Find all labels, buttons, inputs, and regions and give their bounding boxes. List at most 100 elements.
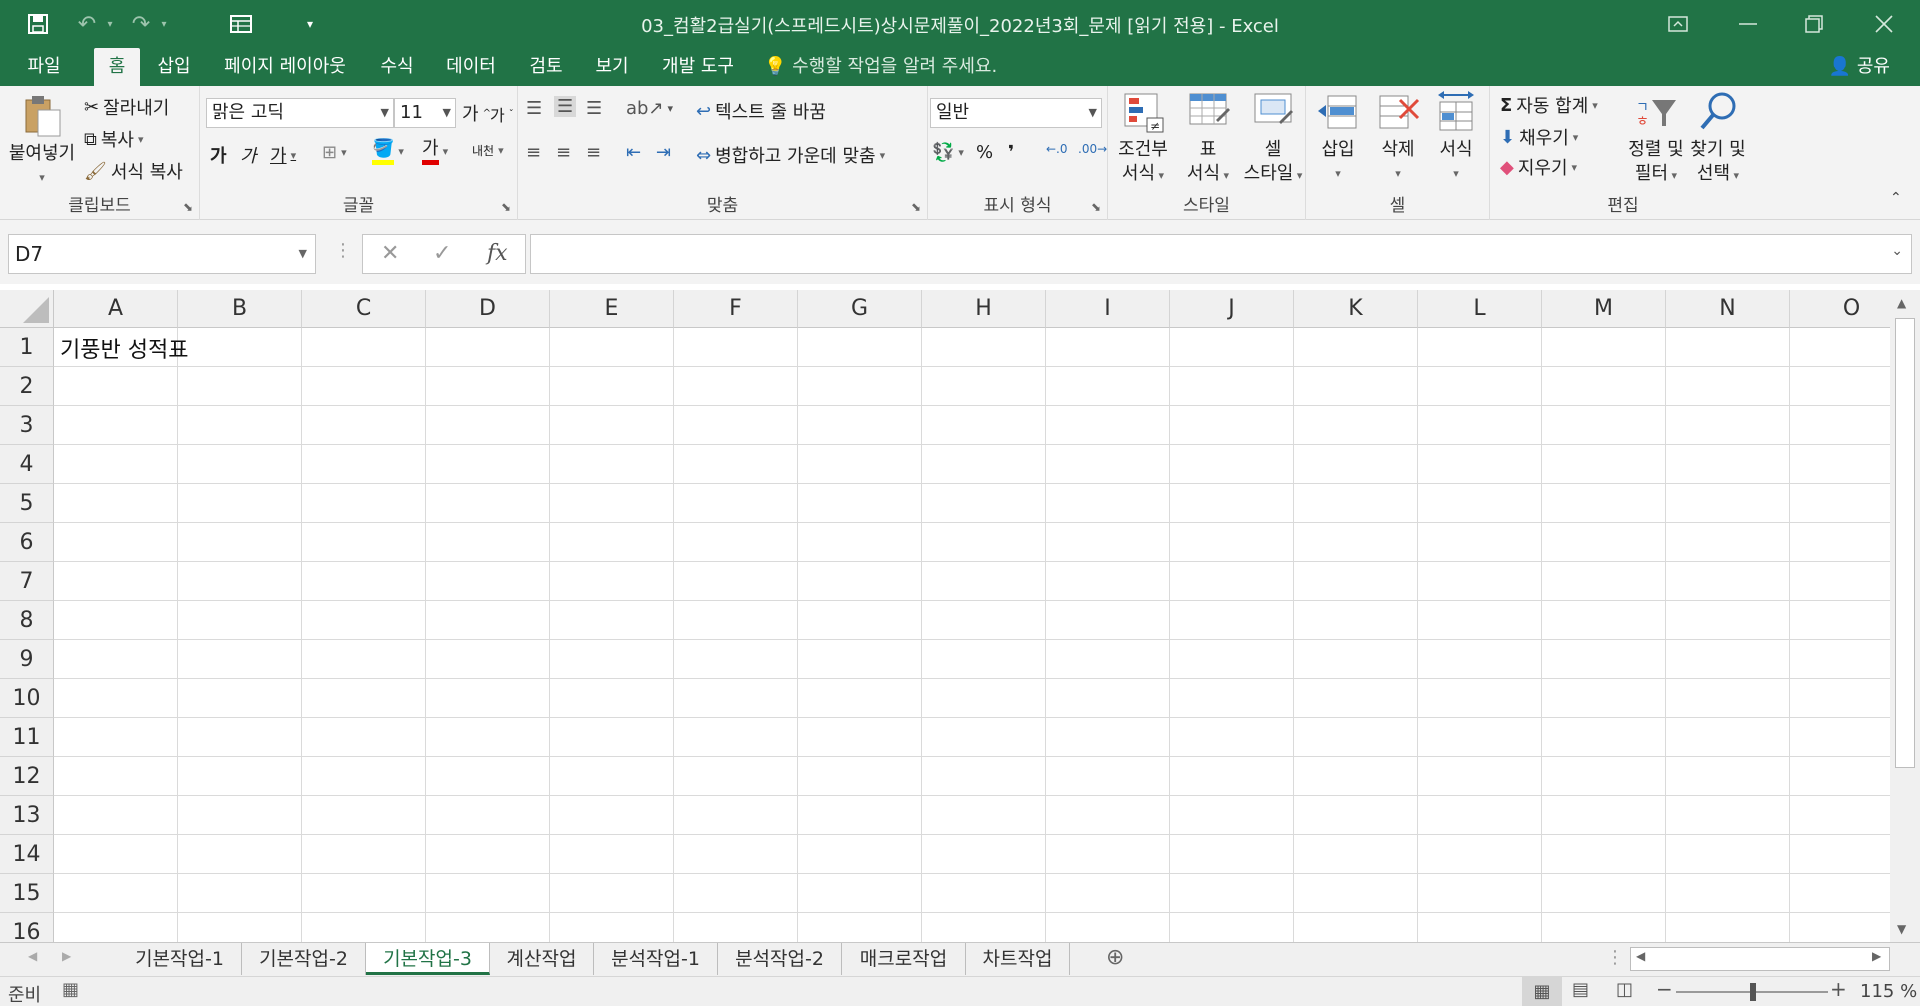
percent-button[interactable]: %	[976, 142, 993, 163]
row-header[interactable]: 13	[0, 796, 54, 835]
column-header[interactable]: A	[54, 290, 178, 328]
alignment-launcher-icon[interactable]: ⬊	[911, 200, 921, 214]
row-header[interactable]: 10	[0, 679, 54, 718]
shrink-font-button[interactable]: 가ˇ	[490, 102, 514, 126]
font-size-combo[interactable]: 11 ▼	[394, 98, 456, 128]
row-header[interactable]: 6	[0, 523, 54, 562]
fill-color-button[interactable]: 🪣 ▾	[372, 138, 404, 165]
insert-function-icon[interactable]: fx	[487, 241, 508, 266]
delete-cells-button[interactable]: 삭제 ▾	[1368, 90, 1428, 186]
sheet-tab[interactable]: 분석작업-1	[594, 943, 718, 975]
page-break-view-icon[interactable]: ◫	[1616, 979, 1633, 1000]
row-header[interactable]: 8	[0, 601, 54, 640]
sheet-tab[interactable]: 차트작업	[966, 943, 1070, 975]
sheet-tab[interactable]: 계산작업	[490, 943, 594, 975]
tab-developer[interactable]: 개발 도구	[650, 48, 746, 86]
zoom-out-icon[interactable]: −	[1656, 977, 1673, 1001]
sheet-tab[interactable]: 기본작업-1	[118, 943, 242, 975]
tab-formulas[interactable]: 수식	[370, 48, 424, 86]
column-header[interactable]: I	[1046, 290, 1170, 328]
normal-view-icon[interactable]: ▦	[1522, 977, 1562, 1006]
find-select-button[interactable]: 찾기 및 선택 ▾	[1686, 90, 1750, 188]
minimize-button[interactable]	[1716, 0, 1780, 48]
comma-button[interactable]: ❜	[1008, 142, 1014, 163]
sheet-tab[interactable]: 기본작업-2	[242, 943, 366, 975]
tab-page-layout[interactable]: 페이지 레이아웃	[210, 48, 360, 86]
prev-sheet-icon[interactable]: ◀	[28, 949, 37, 963]
column-header[interactable]: M	[1542, 290, 1666, 328]
currency-button[interactable]: 💱 ▾	[932, 142, 964, 163]
row-header[interactable]: 12	[0, 757, 54, 796]
close-button[interactable]	[1852, 0, 1916, 48]
tab-data[interactable]: 데이터	[434, 48, 508, 86]
align-top-button[interactable]: ☰	[526, 98, 542, 119]
cancel-icon[interactable]: ✕	[381, 241, 399, 266]
font-name-combo[interactable]: 맑은 고딕 ▼	[206, 98, 394, 128]
merge-center-button[interactable]: ⇔ 병합하고 가운데 맞춤 ▾	[696, 142, 885, 168]
column-header[interactable]: H	[922, 290, 1046, 328]
increase-indent-button[interactable]: ⇥	[656, 142, 671, 163]
tab-file[interactable]: 파일	[8, 48, 80, 86]
tell-me-box[interactable]: 💡 수행할 작업을 알려 주세요.	[764, 48, 997, 86]
phonetic-button[interactable]: 내천 ▾	[472, 142, 504, 159]
borders-button[interactable]: ⊞ ▾	[322, 142, 347, 163]
column-header[interactable]: J	[1170, 290, 1294, 328]
row-header[interactable]: 9	[0, 640, 54, 679]
number-launcher-icon[interactable]: ⬊	[1091, 200, 1101, 214]
column-header[interactable]: N	[1666, 290, 1790, 328]
row-header[interactable]: 15	[0, 874, 54, 913]
column-header[interactable]: G	[798, 290, 922, 328]
align-middle-button[interactable]: ☰	[554, 96, 577, 117]
redo-icon[interactable]: ↷	[124, 8, 158, 40]
column-header[interactable]: D	[426, 290, 550, 328]
column-header[interactable]: L	[1418, 290, 1542, 328]
clipboard-launcher-icon[interactable]: ⬊	[183, 200, 193, 214]
collapse-ribbon-icon[interactable]: ⌃	[1890, 190, 1902, 206]
format-painter-button[interactable]: 🖌 서식 복사	[84, 158, 183, 184]
zoom-slider-thumb[interactable]	[1750, 983, 1756, 1001]
insert-cells-button[interactable]: 삽입 ▾	[1308, 90, 1368, 186]
save-icon[interactable]	[22, 8, 54, 40]
row-header[interactable]: 16	[0, 913, 54, 942]
cell-a1[interactable]: 기풍반 성적표	[60, 332, 188, 364]
new-sheet-icon[interactable]: ⊕	[1106, 945, 1124, 970]
fill-button[interactable]: ⬇ 채우기 ▾	[1500, 124, 1578, 150]
paste-button[interactable]: 붙여넣기 ▾	[6, 94, 78, 190]
format-as-table-button[interactable]: 표 서식 ▾	[1176, 90, 1240, 188]
sort-filter-button[interactable]: ㄱㅎ 정렬 및 필터 ▾	[1624, 90, 1688, 188]
font-launcher-icon[interactable]: ⬊	[501, 200, 511, 214]
redo-dropdown-icon[interactable]: ▾	[156, 8, 172, 40]
row-header[interactable]: 14	[0, 835, 54, 874]
row-header[interactable]: 4	[0, 445, 54, 484]
wrap-text-button[interactable]: ↩ 텍스트 줄 바꿈	[696, 98, 826, 124]
row-header[interactable]: 1	[0, 328, 54, 367]
vertical-scrollbar[interactable]: ▲ ▼	[1890, 290, 1920, 942]
scroll-down-icon[interactable]: ▼	[1897, 922, 1906, 936]
align-left-button[interactable]: ≡	[526, 142, 541, 163]
row-header[interactable]: 7	[0, 562, 54, 601]
underline-button[interactable]: 가 ▾	[270, 142, 296, 168]
formula-bar-grip-icon[interactable]: ⋮	[334, 240, 352, 261]
column-header[interactable]: K	[1294, 290, 1418, 328]
italic-button[interactable]: 가	[240, 142, 257, 168]
tab-view[interactable]: 보기	[584, 48, 640, 86]
ribbon-display-icon[interactable]	[1646, 0, 1710, 48]
zoom-in-icon[interactable]: +	[1830, 977, 1847, 1001]
decrease-indent-button[interactable]: ⇤	[626, 142, 641, 163]
cell-styles-button[interactable]: 셀 스타일 ▾	[1238, 90, 1308, 188]
scroll-up-icon[interactable]: ▲	[1897, 296, 1906, 310]
name-box[interactable]: D7 ▼	[8, 234, 316, 274]
restore-button[interactable]	[1782, 0, 1846, 48]
enter-icon[interactable]: ✓	[433, 241, 451, 266]
grow-font-button[interactable]: 가 ^	[462, 100, 491, 126]
macro-record-icon[interactable]: ▦	[62, 979, 79, 1000]
row-header[interactable]: 3	[0, 406, 54, 445]
select-all-button[interactable]	[0, 290, 54, 328]
format-cells-button[interactable]: 서식 ▾	[1426, 90, 1486, 186]
align-center-button[interactable]: ≡	[556, 142, 571, 163]
decrease-decimal-button[interactable]: .00→	[1078, 142, 1107, 156]
sheet-tab[interactable]: 분석작업-2	[718, 943, 842, 975]
scroll-left-icon[interactable]: ◀	[1636, 949, 1645, 963]
tab-split-grip-icon[interactable]: ⋮	[1606, 947, 1624, 968]
column-header[interactable]: C	[302, 290, 426, 328]
